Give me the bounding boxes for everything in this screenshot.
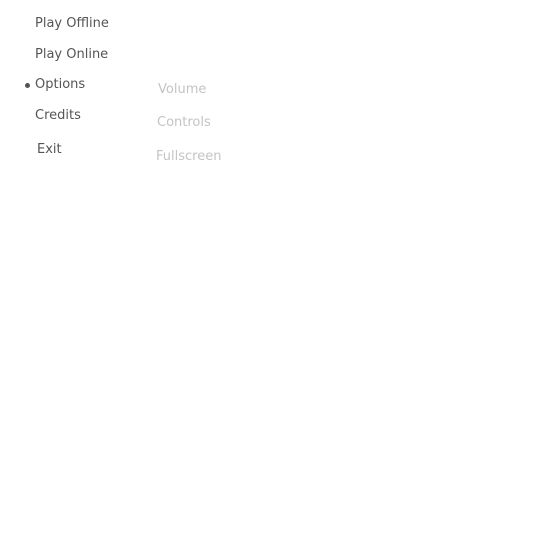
submenu-item-controls[interactable]: Controls — [157, 115, 211, 131]
menu-item-options[interactable]: Options — [35, 77, 85, 93]
main-menu: Play Offline Play Online Options Credits… — [0, 0, 140, 180]
options-submenu: Volume Controls Fullscreen — [150, 78, 270, 178]
submenu-item-volume[interactable]: Volume — [158, 82, 206, 98]
submenu-item-fullscreen[interactable]: Fullscreen — [156, 149, 221, 165]
menu-item-credits[interactable]: Credits — [35, 108, 81, 124]
menu-item-play-offline[interactable]: Play Offline — [35, 16, 109, 32]
bullet-icon — [25, 83, 30, 88]
menu-item-play-online[interactable]: Play Online — [35, 47, 108, 63]
menu-item-exit[interactable]: Exit — [37, 142, 62, 158]
